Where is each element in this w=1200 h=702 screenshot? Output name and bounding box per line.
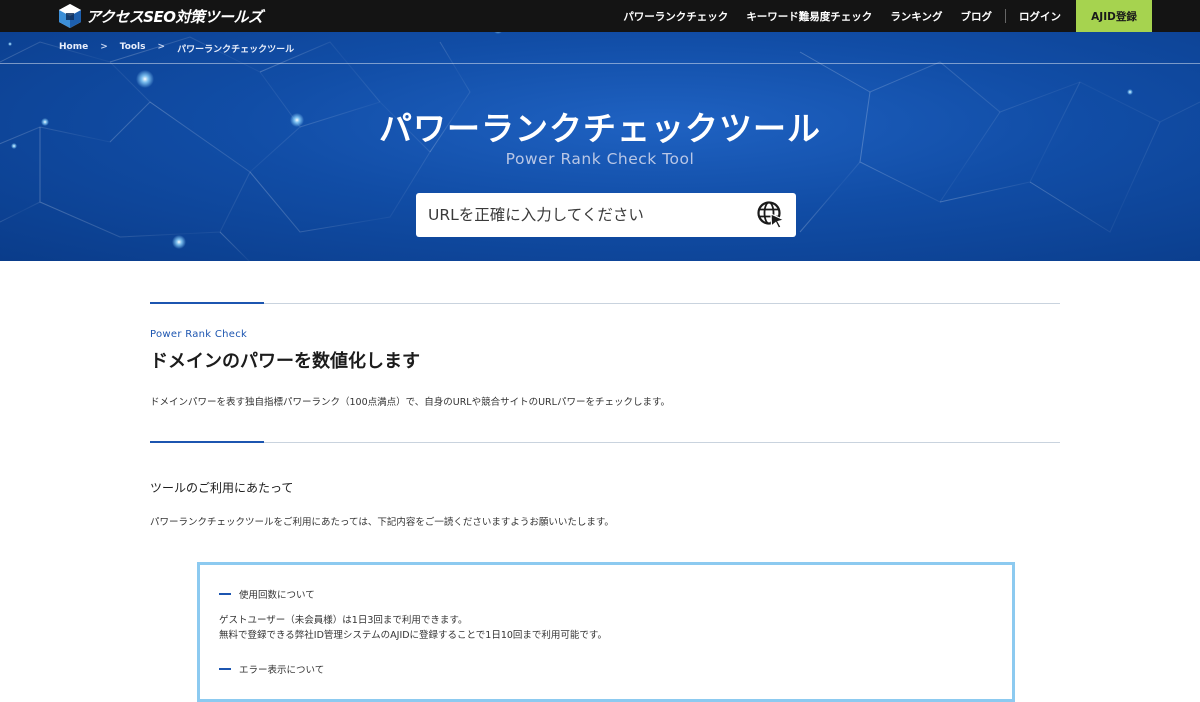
notice-title-usage-count: 使用回数について (239, 590, 315, 601)
site-logo[interactable]: アクセスSEO対策ツールズ (58, 0, 263, 32)
breadcrumb-separator: > (100, 42, 108, 52)
usage-description: パワーランクチェックツールをご利用にあたっては、下記内容をご一読くださいますよう… (150, 517, 614, 528)
section-divider-accent (150, 302, 264, 304)
nav-divider (1005, 9, 1006, 23)
notice-item-body: ゲストユーザー（未会員様）は1日3回まで利用できます。 無料で登録できる弊社ID… (219, 613, 607, 643)
dash-icon (219, 593, 231, 595)
url-search-box (416, 193, 796, 237)
section-divider (150, 441, 1060, 443)
notice-line: 無料で登録できる弊社ID管理システムのAJIDに登録することで1日10回まで利用… (219, 630, 607, 641)
hero-banner: Home > Tools > パワーランクチェックツール パワーランクチェックツ… (0, 32, 1200, 261)
breadcrumb-separator: > (157, 42, 166, 52)
dash-icon (219, 668, 231, 670)
section-description: ドメインパワーを表す独自指標パワーランク（100点満点）で、自身のURLや競合サ… (150, 397, 670, 408)
notice-line: ゲストユーザー（未会員様）は1日3回まで利用できます。 (219, 615, 468, 626)
globe-cursor-icon[interactable] (756, 200, 786, 230)
usage-notice-box: 使用回数について ゲストユーザー（未会員様）は1日3回まで利用できます。 無料で… (197, 562, 1015, 702)
notice-item-title: エラー表示について (219, 662, 324, 676)
nav-item-power-rank-check[interactable]: パワーランクチェック (614, 9, 737, 24)
section-label-en: Power Rank Check (150, 329, 248, 340)
section-divider (150, 302, 1060, 304)
nav-item-ranking[interactable]: ランキング (881, 9, 951, 24)
top-navigation-bar: アクセスSEO対策ツールズ パワーランクチェック キーワード難易度チェック ラン… (0, 0, 1200, 32)
nav-item-login[interactable]: ログイン (1010, 9, 1070, 24)
section-heading: ドメインのパワーを数値化します (150, 351, 420, 372)
usage-heading: ツールのご利用にあたって (150, 481, 294, 495)
breadcrumb-tools[interactable]: Tools (120, 42, 146, 55)
breadcrumb-current: パワーランクチェックツール (177, 45, 295, 55)
breadcrumb-home[interactable]: Home (59, 42, 88, 55)
section-divider-accent (150, 441, 264, 443)
cube-logo-icon (59, 4, 81, 28)
ajid-register-button[interactable]: AJID登録 (1076, 0, 1152, 32)
notice-title-error-display: エラー表示について (239, 665, 325, 676)
nav-item-blog[interactable]: ブログ (952, 9, 1002, 24)
page-title: パワーランクチェックツール (379, 109, 821, 148)
main-nav: パワーランクチェック キーワード難易度チェック ランキング ブログ ログイン A… (614, 0, 1152, 32)
site-logo-text: アクセスSEO対策ツールズ (86, 7, 263, 26)
url-input[interactable] (428, 206, 748, 224)
nav-item-keyword-difficulty-check[interactable]: キーワード難易度チェック (737, 9, 881, 24)
hero-divider (0, 63, 1200, 64)
breadcrumb: Home > Tools > パワーランクチェックツール (59, 42, 294, 55)
page-subtitle: Power Rank Check Tool (505, 150, 695, 168)
notice-item-title: 使用回数について (219, 587, 315, 601)
